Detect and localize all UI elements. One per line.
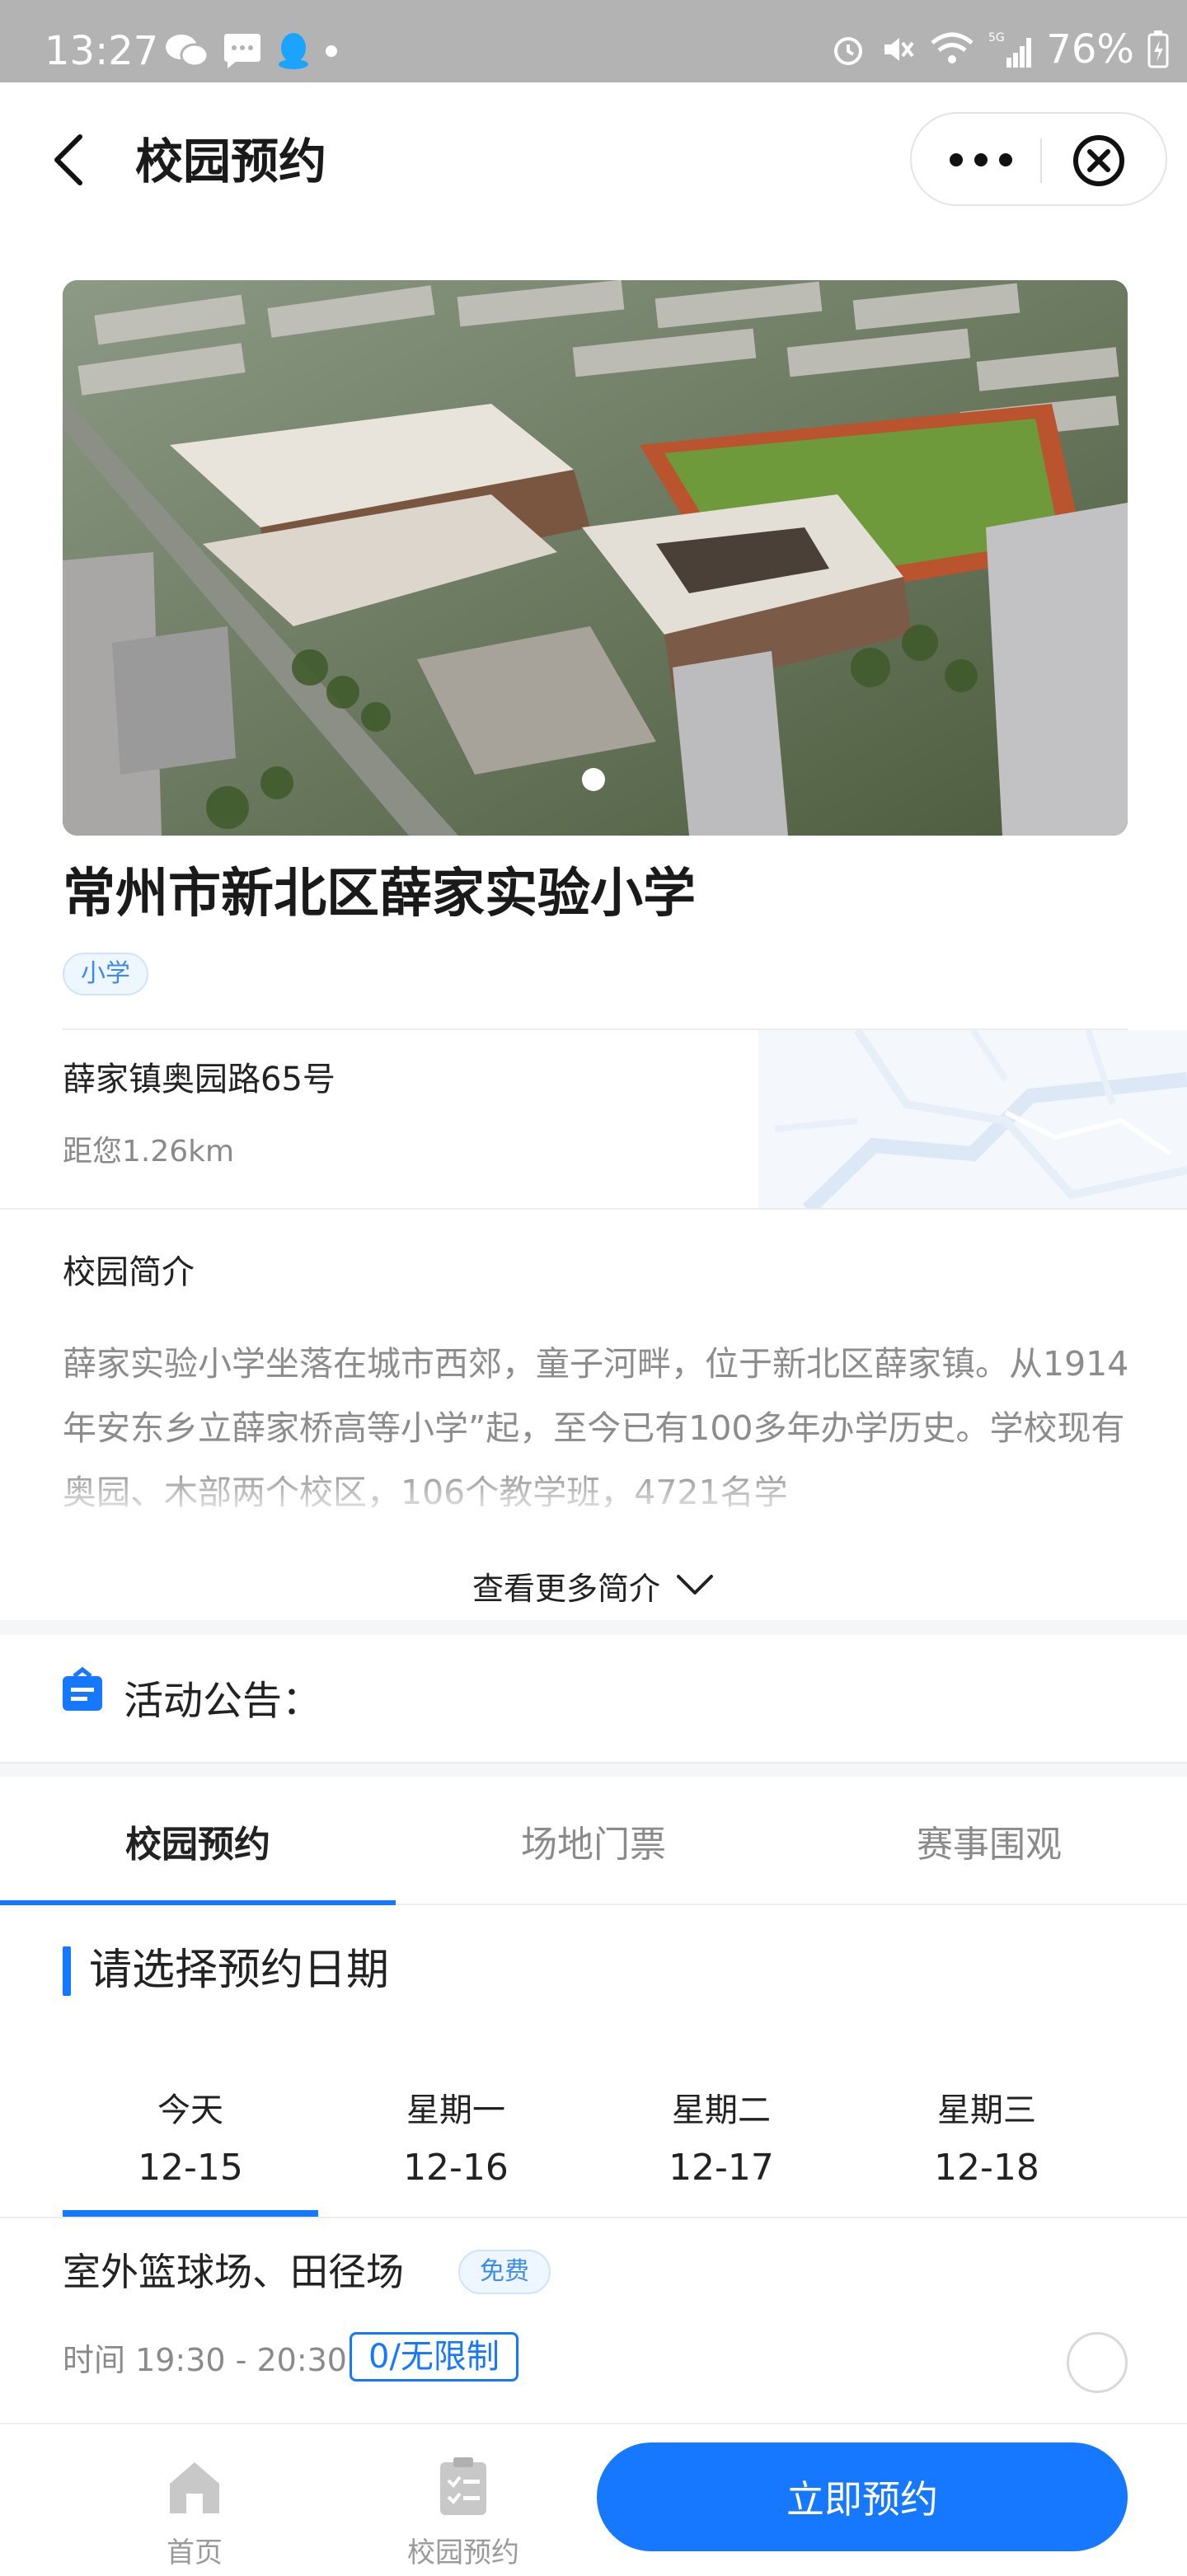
close-circle-icon[interactable] bbox=[1072, 133, 1126, 188]
intro-fade bbox=[0, 1467, 1187, 1525]
school-type-tag: 小学 bbox=[63, 953, 148, 995]
banner-indicator-dot[interactable] bbox=[582, 768, 605, 791]
date-week: 今天 bbox=[157, 2091, 223, 2129]
venue-name: 室外篮球场、田径场 bbox=[63, 2250, 404, 2294]
bottom-nav-booking-label: 校园预约 bbox=[407, 2536, 519, 2569]
school-name: 常州市新北区薛家实验小学 bbox=[63, 864, 696, 925]
clipboard-icon bbox=[440, 2457, 486, 2515]
dot-icon bbox=[326, 45, 337, 57]
wechat-icon bbox=[166, 35, 209, 68]
qq-icon bbox=[279, 33, 308, 69]
bottom-nav-home[interactable]: 首页 bbox=[112, 2443, 277, 2569]
signal-5g-icon: 5G bbox=[988, 31, 1032, 68]
more-dot bbox=[974, 153, 988, 166]
page-title: 校园预约 bbox=[135, 133, 327, 190]
message-icon bbox=[224, 34, 260, 68]
status-system-icons: 5G 76% bbox=[830, 30, 1169, 69]
intro-title: 校园简介 bbox=[63, 1253, 195, 1291]
campus-banner-image[interactable] bbox=[63, 280, 1128, 836]
battery-percent: 76% bbox=[1046, 26, 1134, 73]
tab-campus-booking[interactable]: 校园预约 bbox=[0, 1777, 396, 1905]
view-more-intro-label: 查看更多简介 bbox=[472, 1570, 660, 1607]
status-notification-icons bbox=[165, 31, 340, 71]
date-option-tuesday[interactable]: 星期二 12-17 bbox=[594, 2077, 849, 2217]
top-navigation: 校园预约 bbox=[0, 82, 1187, 236]
tab-venue-tickets[interactable]: 场地门票 bbox=[396, 1777, 791, 1905]
tab-bar: 校园预约 场地门票 赛事围观 bbox=[0, 1777, 1187, 1905]
wifi-icon bbox=[931, 32, 974, 63]
venue-time: 时间 19:30 - 20:30 bbox=[63, 2342, 347, 2378]
campus-aerial-illustration bbox=[63, 280, 1128, 836]
home-icon bbox=[170, 2462, 219, 2513]
notice-label: 活动公告： bbox=[124, 1678, 322, 1724]
chevron-down-icon bbox=[677, 1575, 713, 1595]
selected-date-indicator bbox=[63, 2210, 318, 2217]
date-option-monday[interactable]: 星期一 12-16 bbox=[328, 2077, 584, 2217]
venue-quota-badge: 0/无限制 bbox=[350, 2332, 518, 2382]
venue-select-radio[interactable] bbox=[1067, 2332, 1128, 2393]
more-button[interactable] bbox=[950, 142, 1012, 178]
date-week: 星期二 bbox=[672, 2091, 771, 2129]
status-bar: 13:27 5G 76% bbox=[0, 0, 1187, 82]
back-button[interactable] bbox=[41, 124, 96, 196]
capsule-divider bbox=[1040, 138, 1042, 183]
section-accent-bar bbox=[63, 1946, 71, 1996]
bottom-nav-home-label: 首页 bbox=[167, 2536, 223, 2569]
notice-icon bbox=[63, 1666, 102, 1711]
view-more-intro-button[interactable]: 查看更多简介 bbox=[0, 1561, 1187, 1610]
section-gap bbox=[0, 1620, 1187, 1635]
battery-icon bbox=[1147, 30, 1169, 68]
status-time: 13:27 bbox=[45, 28, 159, 74]
date-week: 星期三 bbox=[937, 2091, 1036, 2129]
date-day: 12-17 bbox=[669, 2147, 774, 2189]
back-arrow-icon bbox=[54, 134, 82, 185]
bottom-nav-booking[interactable]: 校园预约 bbox=[381, 2443, 546, 2569]
venue-free-tag: 免费 bbox=[458, 2250, 551, 2294]
section-title: 请选择预约日期 bbox=[89, 1946, 390, 1995]
school-distance: 距您1.26km bbox=[63, 1135, 235, 1169]
date-week: 星期一 bbox=[406, 2091, 505, 2129]
more-dot bbox=[999, 153, 1012, 166]
school-address[interactable]: 薛家镇奥园路65号 bbox=[63, 1056, 335, 1103]
alarm-icon bbox=[834, 37, 863, 65]
svg-text:5G: 5G bbox=[988, 31, 1005, 44]
mini-program-capsule bbox=[910, 112, 1167, 206]
mute-icon bbox=[884, 38, 914, 61]
date-option-wednesday[interactable]: 星期三 12-18 bbox=[859, 2077, 1114, 2217]
map-decoration bbox=[758, 1030, 1187, 1210]
date-selector: 今天 12-15 星期一 12-16 星期二 12-17 星期三 12-18 bbox=[63, 2077, 1128, 2217]
bottom-bar: 首页 校园预约 立即预约 bbox=[0, 2423, 1187, 2571]
date-day: 12-15 bbox=[138, 2147, 243, 2189]
date-day: 12-16 bbox=[403, 2147, 509, 2189]
more-dots-icon bbox=[950, 153, 963, 166]
section-gap bbox=[0, 1762, 1187, 1777]
date-option-today[interactable]: 今天 12-15 bbox=[63, 2077, 318, 2217]
active-tab-indicator bbox=[0, 1900, 396, 1905]
book-now-button[interactable]: 立即预约 bbox=[597, 2443, 1128, 2551]
date-day: 12-18 bbox=[934, 2147, 1039, 2189]
divider bbox=[0, 2217, 1187, 2218]
divider bbox=[0, 1208, 1187, 1210]
tab-event-watching[interactable]: 赛事围观 bbox=[791, 1777, 1187, 1905]
